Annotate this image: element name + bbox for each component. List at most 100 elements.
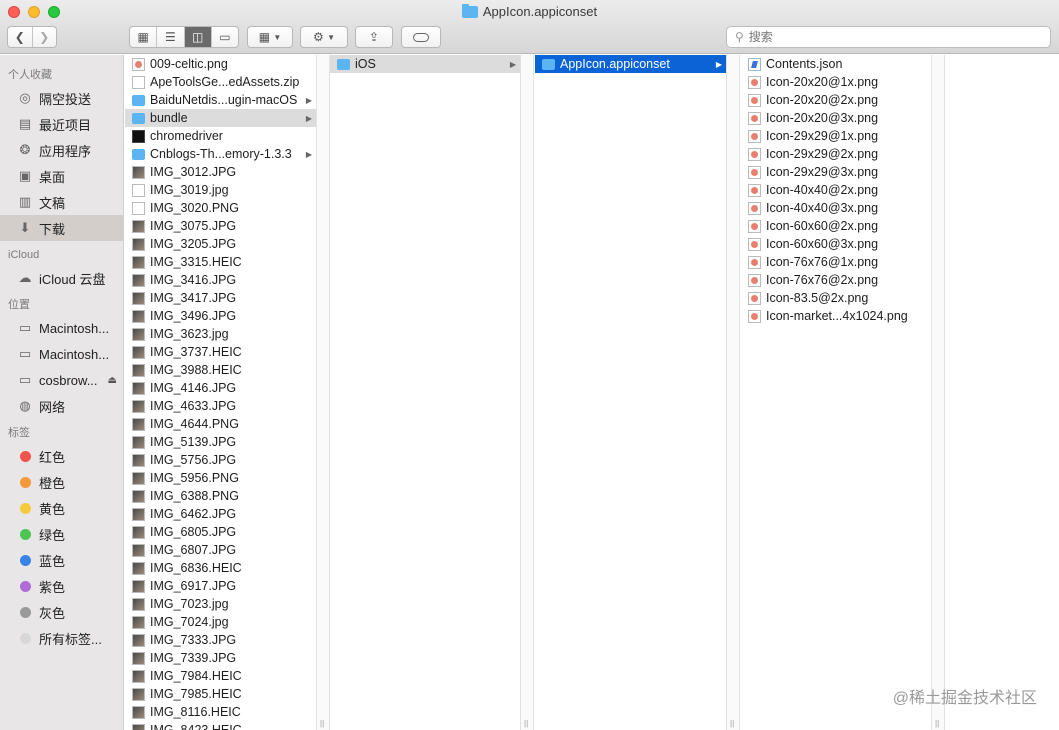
file-item[interactable]: IMG_8116.HEIC bbox=[125, 703, 316, 721]
file-item[interactable]: Icon-20x20@3x.png bbox=[741, 109, 931, 127]
file-item[interactable]: IMG_3417.JPG bbox=[125, 289, 316, 307]
file-item[interactable]: Icon-60x60@3x.png bbox=[741, 235, 931, 253]
column-resize-handle[interactable]: || bbox=[520, 55, 534, 730]
file-name: bundle bbox=[150, 111, 188, 125]
file-item[interactable]: Icon-market...4x1024.png bbox=[741, 307, 931, 325]
file-item[interactable]: IMG_7333.JPG bbox=[125, 631, 316, 649]
sidebar-item[interactable]: ▤ 最近项目 bbox=[0, 111, 123, 137]
file-item[interactable]: IMG_4146.JPG bbox=[125, 379, 316, 397]
file-item[interactable]: IMG_5956.PNG bbox=[125, 469, 316, 487]
file-item[interactable]: IMG_6805.JPG bbox=[125, 523, 316, 541]
file-item[interactable]: Icon-29x29@2x.png bbox=[741, 145, 931, 163]
sidebar-item[interactable]: ▭ cosbrow... ⏏ bbox=[0, 367, 123, 393]
file-item[interactable]: IMG_3019.jpg bbox=[125, 181, 316, 199]
folder-item[interactable]: BaiduNetdis...ugin-macOS ▶ bbox=[125, 91, 316, 109]
sidebar-item-label: Macintosh... bbox=[39, 320, 110, 336]
action-menu-button[interactable]: ⚙ ▼ bbox=[300, 26, 348, 48]
sidebar-item[interactable]: ⬇ 下载 bbox=[0, 215, 123, 241]
group-by-button[interactable]: ▦ ▼ bbox=[247, 26, 293, 48]
file-name: Icon-40x40@2x.png bbox=[766, 183, 879, 197]
file-item[interactable]: Icon-20x20@1x.png bbox=[741, 73, 931, 91]
folder-item[interactable]: bundle ▶ bbox=[125, 109, 316, 127]
file-item[interactable]: IMG_3020.PNG bbox=[125, 199, 316, 217]
file-item[interactable]: Icon-76x76@2x.png bbox=[741, 271, 931, 289]
file-item[interactable]: IMG_6807.JPG bbox=[125, 541, 316, 559]
sidebar-item[interactable]: ❂ 应用程序 bbox=[0, 137, 123, 163]
file-item[interactable]: IMG_6917.JPG bbox=[125, 577, 316, 595]
sidebar-item[interactable]: ▭ Macintosh... bbox=[0, 315, 123, 341]
list-view-button[interactable]: ☰ bbox=[156, 27, 183, 47]
sidebar-item[interactable]: 橙色 bbox=[0, 469, 123, 495]
file-item[interactable]: IMG_4633.JPG bbox=[125, 397, 316, 415]
share-button[interactable]: ⇪ bbox=[355, 26, 393, 48]
file-item[interactable]: Icon-40x40@3x.png bbox=[741, 199, 931, 217]
sidebar-item-label: 橙色 bbox=[39, 475, 66, 491]
sidebar-item[interactable]: 灰色 bbox=[0, 599, 123, 625]
file-item[interactable]: IMG_5139.JPG bbox=[125, 433, 316, 451]
sidebar-item[interactable]: ▭ Macintosh... bbox=[0, 341, 123, 367]
file-item[interactable]: IMG_3012.JPG bbox=[125, 163, 316, 181]
file-item[interactable]: IMG_6388.PNG bbox=[125, 487, 316, 505]
sidebar-item[interactable]: ◍ 网络 bbox=[0, 393, 123, 419]
png-file-icon bbox=[748, 129, 761, 143]
back-button[interactable]: ❮ bbox=[8, 30, 32, 44]
file-item[interactable]: IMG_4644.PNG bbox=[125, 415, 316, 433]
file-item[interactable]: Icon-83.5@2x.png bbox=[741, 289, 931, 307]
file-item[interactable]: IMG_3496.JPG bbox=[125, 307, 316, 325]
sidebar-item[interactable]: 所有标签... bbox=[0, 625, 123, 651]
gallery-view-button[interactable]: ▭ bbox=[210, 27, 238, 47]
eject-icon[interactable]: ⏏ bbox=[108, 375, 117, 386]
search-input[interactable] bbox=[748, 30, 1029, 44]
sidebar-item-label: 文稿 bbox=[39, 195, 66, 211]
sidebar-item[interactable]: 绿色 bbox=[0, 521, 123, 547]
file-item[interactable]: IMG_3416.JPG bbox=[125, 271, 316, 289]
folder-item[interactable]: Cnblogs-Th...emory-1.3.3 ▶ bbox=[125, 145, 316, 163]
sidebar-item[interactable]: ◎ 隔空投送 bbox=[0, 85, 123, 111]
column-view-button[interactable]: ◫ bbox=[183, 27, 211, 47]
file-item[interactable]: Icon-76x76@1x.png bbox=[741, 253, 931, 271]
file-item[interactable]: IMG_6836.HEIC bbox=[125, 559, 316, 577]
file-item[interactable]: IMG_3315.HEIC bbox=[125, 253, 316, 271]
file-item[interactable]: Icon-29x29@3x.png bbox=[741, 163, 931, 181]
sidebar-item[interactable]: ▥ 文稿 bbox=[0, 189, 123, 215]
search-field[interactable]: ⚲ bbox=[726, 26, 1051, 48]
sidebar-item[interactable]: 红色 bbox=[0, 443, 123, 469]
forward-button[interactable]: ❯ bbox=[32, 30, 56, 44]
file-item[interactable]: 009-celtic.png bbox=[125, 55, 316, 73]
column-resize-handle[interactable]: || bbox=[316, 55, 330, 730]
file-item[interactable]: IMG_3623.jpg bbox=[125, 325, 316, 343]
sidebar-item[interactable]: ☁ iCloud 云盘 bbox=[0, 265, 123, 291]
column-resize-handle[interactable]: || bbox=[931, 55, 945, 730]
file-item[interactable]: IMG_5756.JPG bbox=[125, 451, 316, 469]
file-item[interactable]: IMG_6462.JPG bbox=[125, 505, 316, 523]
file-item[interactable]: Icon-60x60@2x.png bbox=[741, 217, 931, 235]
edit-tags-button[interactable] bbox=[401, 26, 441, 48]
folder-item[interactable]: iOS ▶ bbox=[330, 55, 520, 73]
sidebar-item[interactable]: ▣ 桌面 bbox=[0, 163, 123, 189]
icon-view-button[interactable]: ▦ bbox=[130, 27, 156, 47]
file-item[interactable]: IMG_7339.JPG bbox=[125, 649, 316, 667]
file-item[interactable]: Contents.json bbox=[741, 55, 931, 73]
sidebar-item[interactable]: 紫色 bbox=[0, 573, 123, 599]
file-item[interactable]: IMG_3737.HEIC bbox=[125, 343, 316, 361]
file-item[interactable]: Icon-40x40@2x.png bbox=[741, 181, 931, 199]
folder-item[interactable]: AppIcon.appiconset ▶ bbox=[535, 55, 726, 73]
file-item[interactable]: Icon-29x29@1x.png bbox=[741, 127, 931, 145]
file-item[interactable]: IMG_7024.jpg bbox=[125, 613, 316, 631]
grid-icon: ▦ bbox=[258, 30, 271, 44]
file-item[interactable]: IMG_3205.JPG bbox=[125, 235, 316, 253]
icloud-heading: iCloud bbox=[8, 249, 40, 261]
sidebar-item[interactable]: 蓝色 bbox=[0, 547, 123, 573]
file-item[interactable]: IMG_7984.HEIC bbox=[125, 667, 316, 685]
file-item[interactable]: IMG_7023.jpg bbox=[125, 595, 316, 613]
file-item[interactable]: Icon-20x20@2x.png bbox=[741, 91, 931, 109]
sidebar-item[interactable]: 黄色 bbox=[0, 495, 123, 521]
file-item[interactable]: IMG_7985.HEIC bbox=[125, 685, 316, 703]
file-item[interactable]: IMG_3075.JPG bbox=[125, 217, 316, 235]
file-item[interactable]: IMG_8423.HEIC bbox=[125, 721, 316, 730]
file-item[interactable]: ApeToolsGe...edAssets.zip bbox=[125, 73, 316, 91]
column-resize-handle[interactable]: || bbox=[726, 55, 740, 730]
file-item[interactable]: chromedriver bbox=[125, 127, 316, 145]
image-file-icon bbox=[132, 597, 145, 611]
file-item[interactable]: IMG_3988.HEIC bbox=[125, 361, 316, 379]
